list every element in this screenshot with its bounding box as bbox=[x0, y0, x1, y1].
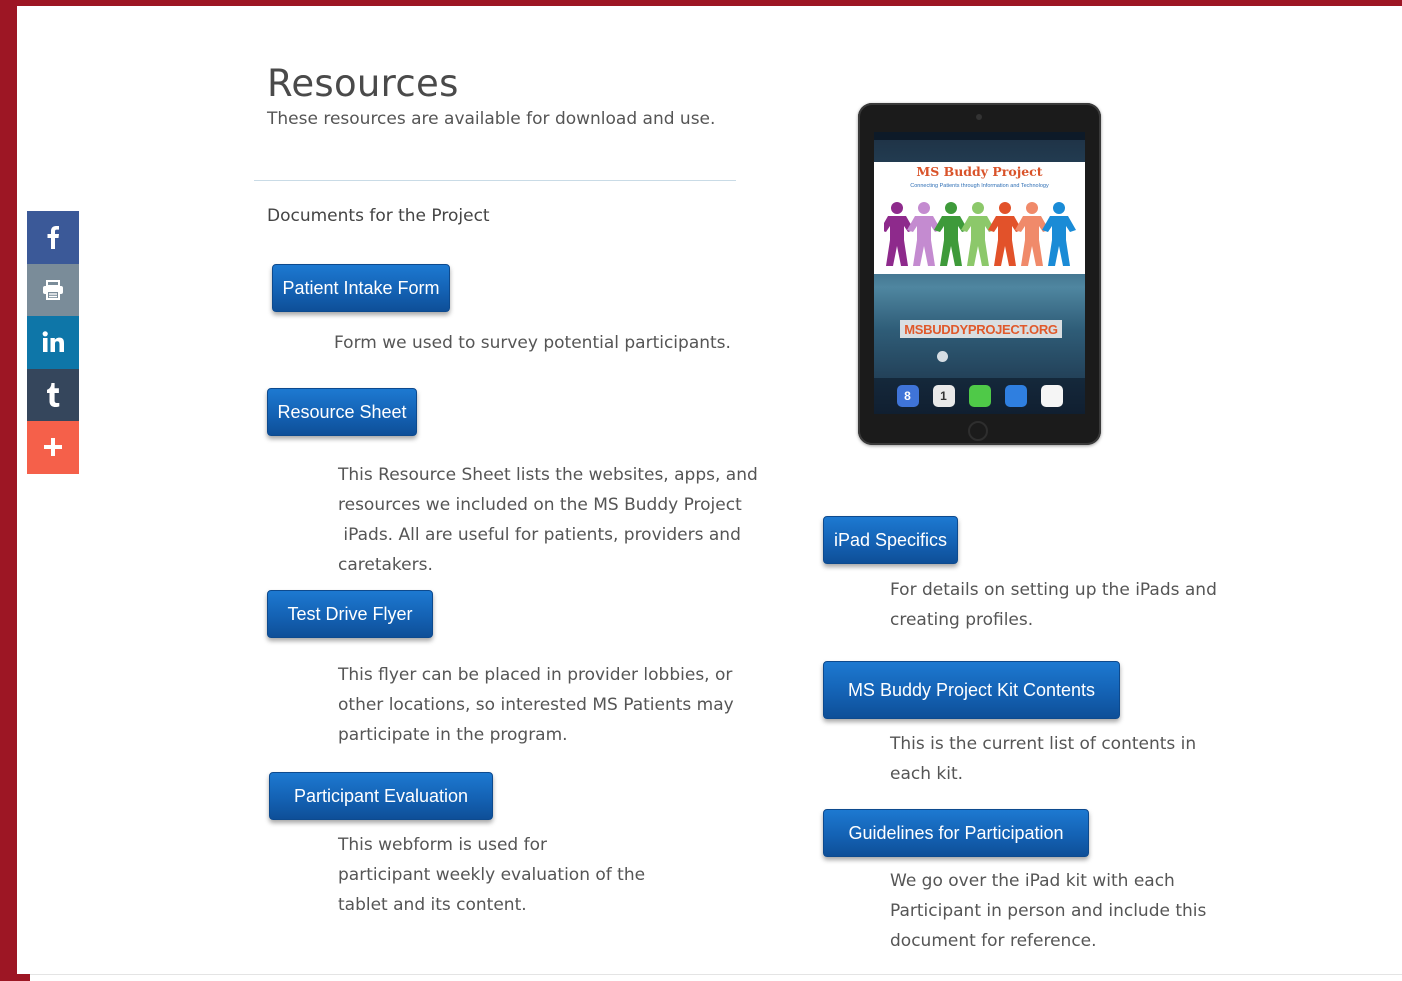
participant-evaluation-button[interactable]: Participant Evaluation bbox=[269, 772, 493, 820]
clock-icon bbox=[1040, 385, 1063, 407]
section-heading: Documents for the Project bbox=[267, 206, 490, 226]
kit-contents-description: This is the current list of contents in e… bbox=[890, 729, 1196, 789]
tablet-status-bar bbox=[874, 132, 1085, 140]
google-icon: 8 bbox=[896, 385, 919, 407]
page-subtitle: These resources are available for downlo… bbox=[267, 109, 716, 129]
page-title: Resources bbox=[267, 62, 459, 105]
resource-sheet-description: This Resource Sheet lists the websites, … bbox=[338, 460, 758, 580]
linkedin-icon bbox=[42, 331, 64, 353]
guidelines-button[interactable]: Guidelines for Participation bbox=[823, 809, 1089, 857]
calendar-icon: 1 bbox=[932, 385, 955, 407]
kit-contents-button[interactable]: MS Buddy Project Kit Contents bbox=[823, 661, 1120, 719]
guidelines-description: We go over the iPad kit with each Partici… bbox=[890, 866, 1206, 956]
description-line: Form we used to survey potential partici… bbox=[334, 333, 731, 353]
tumblr-icon bbox=[47, 382, 60, 407]
ipad-image: MS Buddy Project Connecting Patients thr… bbox=[858, 103, 1101, 445]
tumblr-share-button[interactable] bbox=[27, 368, 79, 421]
social-share-bar bbox=[27, 211, 79, 474]
description-line: document for reference. bbox=[890, 931, 1097, 951]
home-button bbox=[968, 421, 988, 441]
patient-intake-form-description: Form we used to survey potential partici… bbox=[334, 328, 731, 358]
project-url: MSBUDDYPROJECT.ORG bbox=[900, 320, 1062, 338]
messages-icon bbox=[968, 385, 991, 407]
description-line: iPads. All are useful for patients, prov… bbox=[338, 525, 741, 545]
test-drive-flyer-button[interactable]: Test Drive Flyer bbox=[267, 590, 433, 638]
description-line: other locations, so interested MS Patien… bbox=[338, 695, 734, 715]
description-line: tablet and its content. bbox=[338, 895, 527, 915]
description-line: participant weekly evaluation of the bbox=[338, 865, 646, 885]
description-line: caretakers. bbox=[338, 555, 433, 575]
paper-person bbox=[884, 202, 914, 266]
linkedin-share-button[interactable] bbox=[27, 316, 79, 369]
paper-person bbox=[961, 202, 995, 266]
facebook-share-button[interactable] bbox=[27, 211, 79, 264]
description-line: participate in the program. bbox=[338, 725, 568, 745]
description-line: For details on setting up the iPads and bbox=[890, 580, 1217, 600]
banner-title: MS Buddy Project bbox=[916, 164, 1043, 179]
resource-sheet-button[interactable]: Resource Sheet bbox=[267, 388, 417, 436]
description-line: each kit. bbox=[890, 764, 964, 784]
description-line: This Resource Sheet lists the websites, … bbox=[338, 465, 758, 485]
description-line: This flyer can be placed in provider lob… bbox=[338, 665, 733, 685]
page-indicator bbox=[937, 351, 948, 362]
paper-person bbox=[1042, 202, 1076, 266]
description-line: creating profiles. bbox=[890, 610, 1034, 630]
test-drive-flyer-description: This flyer can be placed in provider lob… bbox=[338, 660, 734, 750]
header-divider bbox=[254, 180, 736, 181]
ipad-specifics-description: For details on setting up the iPads and c… bbox=[890, 575, 1217, 635]
description-line: This is the current list of contents in bbox=[890, 734, 1197, 754]
description-line: We go over the iPad kit with each bbox=[890, 871, 1175, 891]
description-line: resources we included on the MS Buddy Pr… bbox=[338, 495, 742, 515]
paper-person bbox=[934, 202, 968, 266]
facebook-icon bbox=[47, 226, 59, 250]
mail-icon bbox=[1004, 385, 1027, 407]
print-icon bbox=[43, 279, 63, 300]
paper-person bbox=[988, 202, 1022, 266]
paper-person bbox=[1015, 202, 1049, 266]
banner-subtitle: Connecting Patients through Information … bbox=[910, 183, 1049, 189]
tablet-screen: MS Buddy Project Connecting Patients thr… bbox=[874, 132, 1085, 414]
ipad-specifics-button[interactable]: iPad Specifics bbox=[823, 516, 958, 564]
paper-people-graphic bbox=[884, 202, 1076, 266]
tablet-dock: 81 bbox=[874, 378, 1085, 414]
plus-icon bbox=[44, 438, 62, 457]
print-button[interactable] bbox=[27, 263, 79, 316]
paper-person bbox=[907, 202, 941, 266]
description-line: This webform is used for bbox=[338, 835, 547, 855]
patient-intake-form-button[interactable]: Patient Intake Form bbox=[272, 264, 450, 312]
description-line: Participant in person and include this bbox=[890, 901, 1207, 921]
participant-evaluation-description: This webform is used for participant week… bbox=[338, 830, 645, 920]
more-share-button[interactable] bbox=[27, 421, 79, 474]
project-banner: MS Buddy Project Connecting Patients thr… bbox=[874, 162, 1085, 274]
tablet-camera bbox=[976, 114, 982, 120]
